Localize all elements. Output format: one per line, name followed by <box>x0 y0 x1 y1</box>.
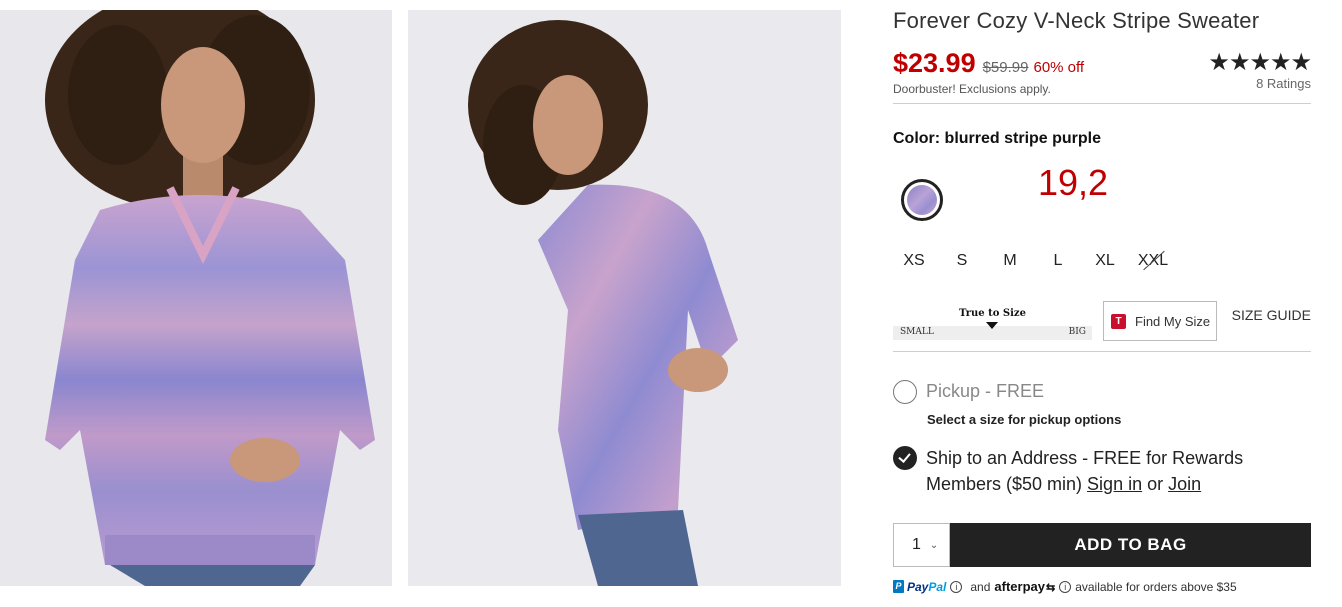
chevron-down-icon: ⌄ <box>929 539 939 551</box>
original-price: $59.99 <box>982 59 1029 76</box>
quantity-value: 1 <box>912 536 921 553</box>
afterpay-wordmark: afterpay <box>994 579 1045 594</box>
true-fit-logo-icon: T <box>1111 313 1126 329</box>
afterpay-logo[interactable]: afterpay⇆ <box>994 579 1055 594</box>
rating-stars[interactable]: ★★★★★ <box>1208 48 1312 77</box>
find-my-size-button[interactable]: T Find My Size <box>1103 301 1217 341</box>
and-text: and <box>970 579 991 594</box>
size-option-m[interactable]: M <box>989 246 1031 276</box>
afterpay-arrows-icon: ⇆ <box>1045 582 1056 594</box>
join-link[interactable]: Join <box>1168 474 1201 494</box>
fit-small-label: SMALL <box>900 327 934 337</box>
size-option-xs[interactable]: XS <box>893 246 935 276</box>
price-row: $23.99 $59.99 60% off <box>893 48 1084 79</box>
pickup-option-label[interactable]: Pickup - FREE <box>926 381 1044 402</box>
fit-big-label: BIG <box>1068 327 1086 337</box>
add-to-bag-button[interactable]: ADD TO BAG <box>950 523 1311 567</box>
paypal-logo[interactable]: P Pay Pal <box>893 580 946 594</box>
pickup-radio[interactable] <box>893 380 917 404</box>
color-label: Color: blurred stripe purple <box>893 130 1102 147</box>
size-label: S <box>956 252 968 269</box>
paypal-pal: Pal <box>928 579 947 594</box>
pickup-label: Pickup <box>926 381 981 401</box>
divider <box>893 103 1311 104</box>
product-details-panel: Forever Cozy V-Neck Stripe Sweater $23.9… <box>893 0 1312 607</box>
fit-title: True to Size <box>959 308 1026 319</box>
discount-label: 60% off <box>1033 59 1085 76</box>
payment-options: P Pay Pal i and afterpay⇆ i available for … <box>893 579 1237 594</box>
size-option-xl[interactable]: XL <box>1084 246 1126 276</box>
sale-price: $23.99 <box>893 48 976 78</box>
overlay-number: 19,2 <box>1038 162 1109 203</box>
true-to-size-meter: True to Size SMALL BIG <box>893 306 1092 340</box>
divider <box>893 351 1311 352</box>
info-icon[interactable]: i <box>1059 580 1072 593</box>
paypal-pay: Pay <box>907 579 929 594</box>
pickup-free: - FREE <box>980 381 1045 401</box>
size-label: M <box>1003 252 1017 269</box>
info-icon[interactable]: i <box>950 580 963 593</box>
size-selector: XS S M L XL XXL <box>893 246 1193 276</box>
size-label: XS <box>903 252 925 269</box>
check-icon <box>898 450 911 463</box>
size-label: L <box>1053 252 1063 269</box>
paypal-mark-icon: P <box>893 580 904 593</box>
product-image-side[interactable] <box>408 10 841 586</box>
quantity-select[interactable]: 1 ⌄ <box>893 523 950 567</box>
or-text: or <box>1142 474 1169 494</box>
swatch-fill <box>907 185 937 215</box>
ship-radio-checked[interactable] <box>893 446 917 470</box>
product-image-front[interactable] <box>0 10 392 586</box>
size-option-s[interactable]: S <box>941 246 983 276</box>
color-swatch-blurred-stripe-purple[interactable] <box>901 179 943 221</box>
size-guide-link[interactable]: SIZE GUIDE <box>1232 307 1311 323</box>
pickup-subtext: Select a size for pickup options <box>927 412 1122 427</box>
size-option-xxl-unavailable[interactable]: XXL <box>1132 246 1174 276</box>
promo-note: Doorbuster! Exclusions apply. <box>893 82 1051 96</box>
find-my-size-label: Find My Size <box>1135 313 1211 329</box>
sign-in-link[interactable]: Sign in <box>1087 474 1142 494</box>
fit-marker-icon <box>986 322 998 329</box>
available-text: available for orders above $35 <box>1075 579 1237 594</box>
ratings-count-link[interactable]: 8 Ratings <box>1256 76 1311 91</box>
size-label: XL <box>1095 252 1115 269</box>
size-option-l[interactable]: L <box>1037 246 1079 276</box>
ship-option-label[interactable]: Ship to an Address - FREE for Rewards Me… <box>926 445 1266 497</box>
product-title: Forever Cozy V-Neck Stripe Sweater <box>893 8 1260 33</box>
